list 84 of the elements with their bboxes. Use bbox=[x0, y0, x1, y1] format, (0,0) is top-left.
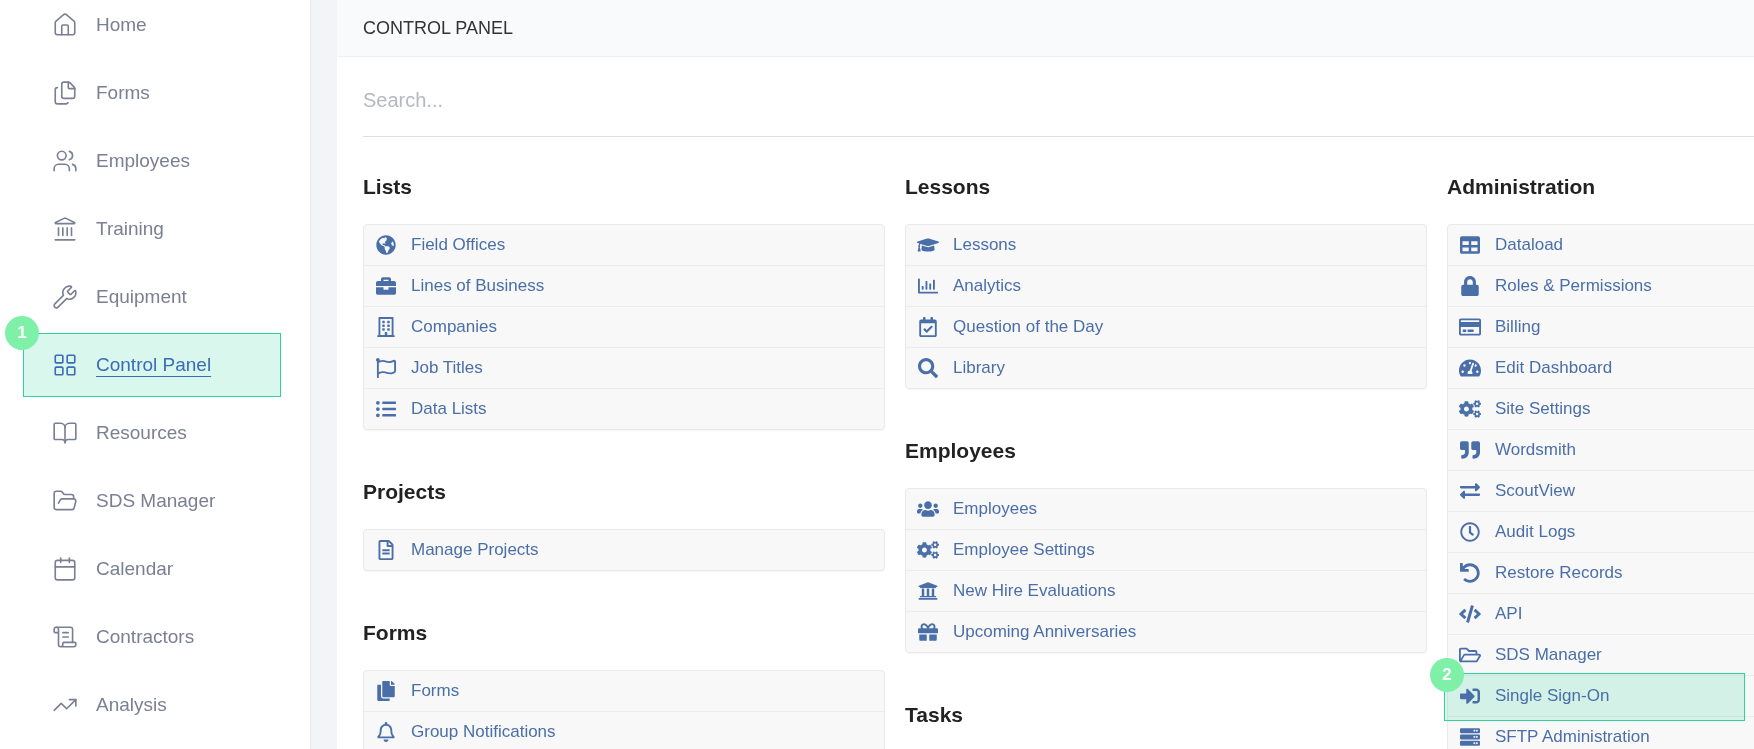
list-link[interactable]: Job Titles bbox=[364, 348, 884, 388]
server-icon bbox=[1459, 727, 1481, 747]
sidebar-item[interactable]: Analysis bbox=[23, 673, 281, 737]
gauge-icon bbox=[1459, 358, 1481, 378]
code-icon bbox=[1459, 604, 1481, 624]
step-badge: 2 bbox=[1430, 658, 1464, 692]
list-link[interactable]: Upcoming Anniversaries bbox=[906, 612, 1426, 652]
clock-icon bbox=[1459, 522, 1481, 542]
gift-icon bbox=[917, 622, 939, 642]
search-field[interactable]: Search... bbox=[363, 57, 1754, 137]
list-link[interactable]: Lessons bbox=[906, 225, 1426, 265]
list-link[interactable]: Employees bbox=[906, 489, 1426, 529]
list-link[interactable]: Forms bbox=[364, 671, 884, 711]
sidebar-item[interactable]: Employees bbox=[23, 129, 281, 193]
list-link[interactable]: Question of the Day bbox=[906, 307, 1426, 347]
credit-card-icon bbox=[1459, 317, 1481, 337]
sidebar-item[interactable]: SDS Manager bbox=[23, 469, 281, 533]
list-icon bbox=[375, 399, 397, 419]
section-heading: Forms bbox=[363, 620, 429, 646]
list-link[interactable]: Wordsmith bbox=[1448, 430, 1754, 470]
graduation-cap-icon bbox=[917, 235, 939, 255]
grid-icon bbox=[52, 352, 78, 378]
list-link[interactable]: Restore Records bbox=[1448, 553, 1754, 593]
list-link[interactable]: Employee Settings bbox=[906, 530, 1426, 570]
building-icon bbox=[375, 317, 397, 337]
book-icon bbox=[52, 420, 78, 446]
sidebar-item[interactable]: Resources bbox=[23, 401, 281, 465]
sidebar-item[interactable]: Calendar bbox=[23, 537, 281, 601]
list-link[interactable]: Lines of Business bbox=[364, 266, 884, 306]
list-link[interactable]: Roles & Permissions bbox=[1448, 266, 1754, 306]
list-link[interactable]: Companies bbox=[364, 307, 884, 347]
list-link[interactable]: SFTP Administration bbox=[1448, 717, 1754, 749]
search-icon bbox=[917, 358, 939, 378]
documents-icon bbox=[375, 681, 397, 701]
bell-icon bbox=[375, 722, 397, 742]
list-link[interactable]: Site Settings bbox=[1448, 389, 1754, 429]
scroll-icon bbox=[52, 624, 78, 650]
calendar-icon bbox=[52, 556, 78, 582]
step-badge: 1 bbox=[5, 316, 39, 350]
arrows-icon bbox=[1459, 481, 1481, 501]
globe-icon bbox=[375, 235, 397, 255]
list-link[interactable]: Dataload bbox=[1448, 225, 1754, 265]
section-heading: Administration bbox=[1447, 174, 1597, 200]
list-link[interactable]: Billing bbox=[1448, 307, 1754, 347]
gears-icon bbox=[1459, 399, 1481, 419]
section-heading: Lists bbox=[363, 174, 413, 200]
sidebar-item[interactable]: Training bbox=[23, 197, 281, 261]
list-link[interactable]: Analytics bbox=[906, 266, 1426, 306]
section-heading: Employees bbox=[905, 438, 1017, 464]
folder-icon bbox=[1459, 645, 1481, 665]
table-icon bbox=[1459, 235, 1481, 255]
section-heading: Tasks bbox=[905, 702, 964, 728]
list-link[interactable]: API bbox=[1448, 594, 1754, 634]
list-link[interactable]: Manage Projects bbox=[364, 530, 884, 570]
lock-icon bbox=[1459, 276, 1481, 296]
sign-in-icon bbox=[1459, 686, 1481, 706]
section-heading: Projects bbox=[363, 479, 447, 505]
home-icon bbox=[52, 12, 78, 38]
list-link[interactable]: Library bbox=[906, 348, 1426, 388]
sidebar-item[interactable]: Contractors bbox=[23, 605, 281, 669]
sidebar-item[interactable]: Home bbox=[23, 0, 281, 57]
calendar-check-icon bbox=[917, 317, 939, 337]
list-link[interactable]: Group Notifications bbox=[364, 712, 884, 749]
list-link[interactable]: Field Offices bbox=[364, 225, 884, 265]
list-link[interactable]: ScoutView bbox=[1448, 471, 1754, 511]
bank-building-icon bbox=[52, 216, 78, 242]
list-link[interactable]: Data Lists bbox=[364, 389, 884, 429]
flag-icon bbox=[375, 358, 397, 378]
list-link[interactable]: New Hire Evaluations bbox=[906, 571, 1426, 611]
gears-icon bbox=[917, 540, 939, 560]
list-link[interactable]: Edit Dashboard bbox=[1448, 348, 1754, 388]
documents-icon bbox=[52, 80, 78, 106]
people-icon bbox=[917, 499, 939, 519]
bar-chart-icon bbox=[917, 276, 939, 296]
page-title: CONTROL PANEL bbox=[363, 17, 514, 39]
quote-icon bbox=[1459, 440, 1481, 460]
briefcase-icon bbox=[375, 276, 397, 296]
wrench-icon bbox=[52, 284, 78, 310]
section-heading: Lessons bbox=[905, 174, 992, 200]
list-link[interactable]: Audit Logs bbox=[1448, 512, 1754, 552]
undo-icon bbox=[1459, 563, 1481, 583]
bank-building-icon bbox=[917, 581, 939, 601]
people-icon bbox=[52, 148, 78, 174]
sidebar-item[interactable]: Forms bbox=[23, 61, 281, 125]
